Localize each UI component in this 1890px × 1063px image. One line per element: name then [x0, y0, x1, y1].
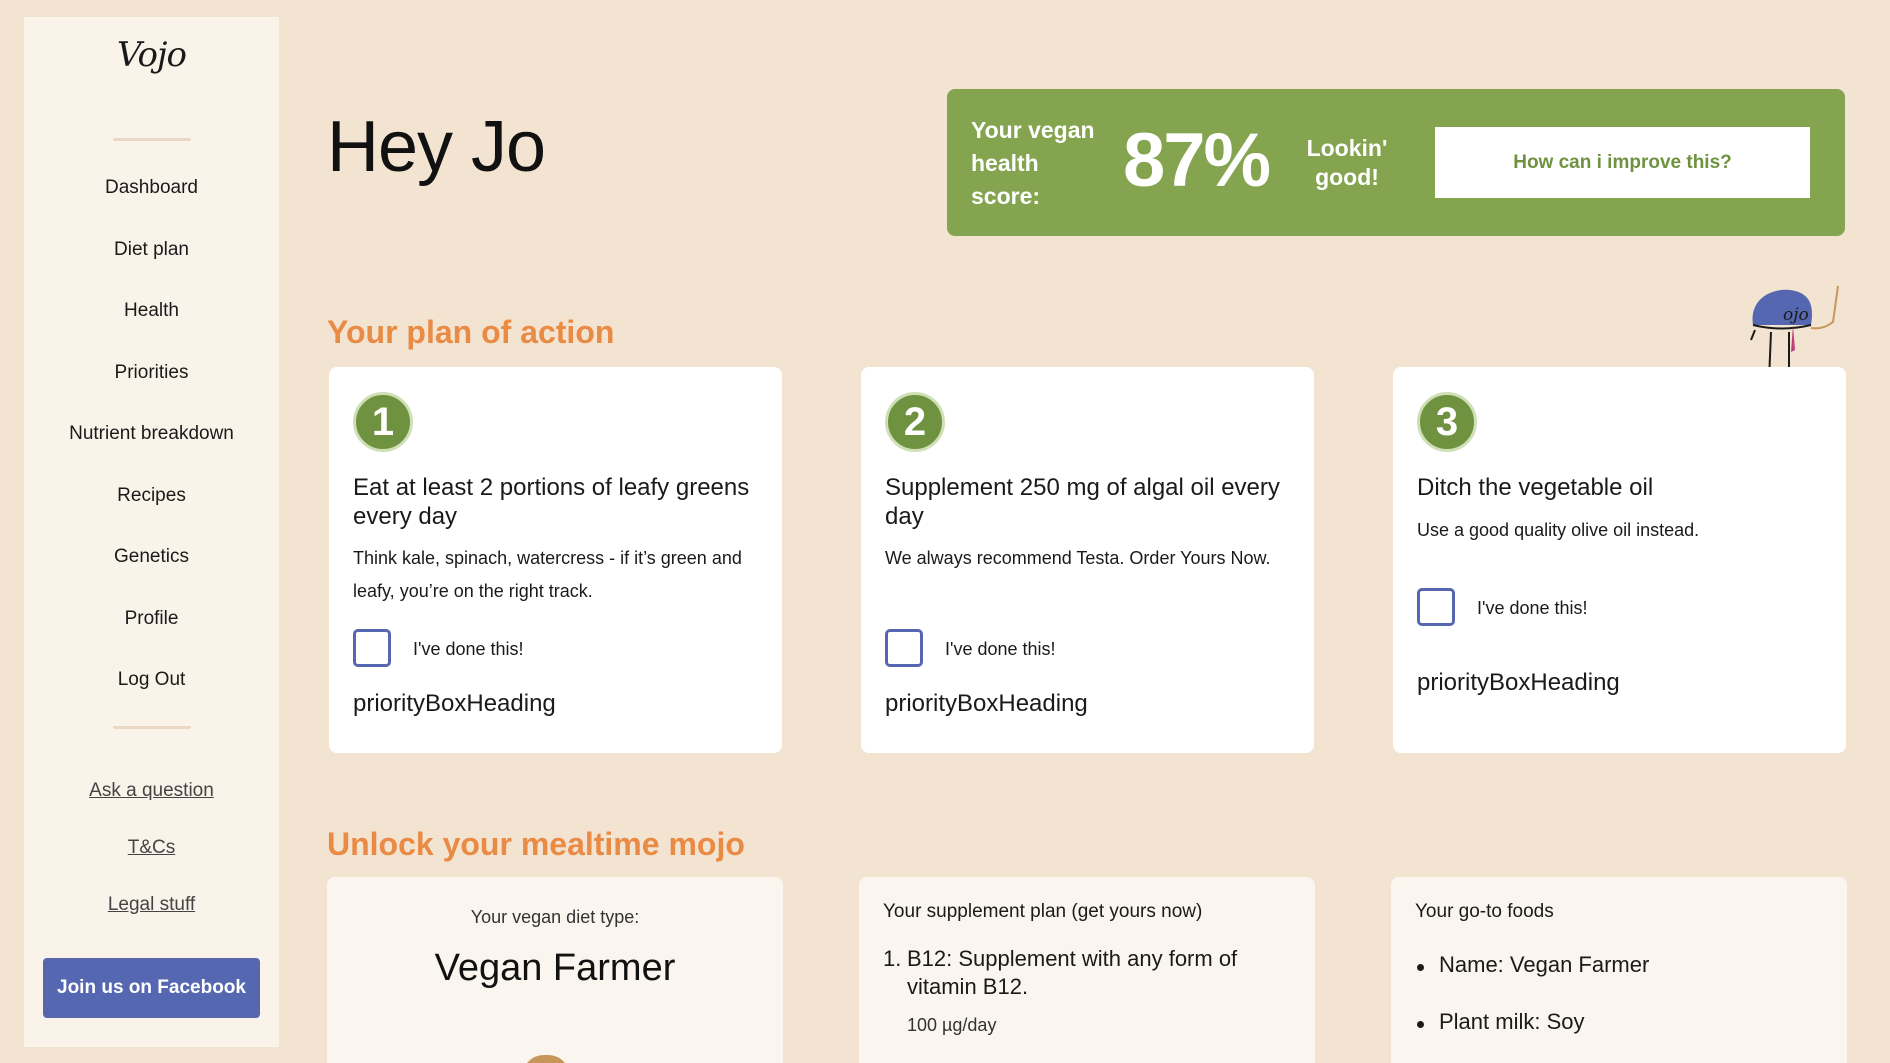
sidebar: Vojo Dashboard Diet plan Health Prioriti… [24, 17, 279, 1047]
step-number-badge: 3 [1417, 392, 1477, 452]
improve-score-button[interactable]: How can i improve this? [1435, 127, 1810, 198]
app-logo[interactable]: Vojo [24, 35, 279, 75]
sidebar-divider [113, 726, 191, 729]
action-title: Ditch the vegetable oil [1417, 474, 1654, 501]
sidebar-item-genetics[interactable]: Genetics [24, 546, 279, 568]
health-score-label: Your vegan health score: [971, 117, 1095, 209]
health-score-remark: Lookin' good! [1306, 135, 1388, 190]
step-number-badge: 2 [885, 392, 945, 452]
done-checkbox-label[interactable]: I've done this! [413, 639, 524, 660]
diet-type-label: Your vegan diet type: [470, 907, 640, 927]
diet-type-card: Your vegan diet type: Vegan Farmer [327, 877, 783, 1063]
step-number-badge: 1 [353, 392, 413, 452]
sidebar-item-health[interactable]: Health [24, 300, 279, 322]
list-item: Name: Vegan Farmer [1439, 952, 1650, 977]
action-description: We always recommend Testa. Order Yours N… [885, 548, 1271, 568]
done-checkbox-label[interactable]: I've done this! [945, 639, 1056, 660]
join-facebook-button[interactable]: Join us on Facebook [43, 958, 260, 1018]
sidebar-item-diet-plan[interactable]: Diet plan [24, 239, 279, 261]
done-checkbox[interactable] [353, 629, 391, 667]
done-checkbox[interactable] [1417, 588, 1455, 626]
supplement-plan-card: Your supplement plan (get yours now) 1. … [859, 877, 1315, 1063]
done-checkbox-label[interactable]: I've done this! [1477, 598, 1588, 619]
sidebar-item-recipes[interactable]: Recipes [24, 485, 279, 507]
svg-text:ojo: ojo [1783, 305, 1809, 325]
action-card: 3 Ditch the vegetable oil Use a good qua… [1393, 367, 1846, 753]
list-item-number: 1. [883, 946, 902, 971]
go-to-foods-card: Your go-to foods Name: Vegan Farmer Plan… [1391, 877, 1847, 1063]
ask-question-link[interactable]: Ask a question [24, 780, 279, 802]
action-description: Think kale, spinach, watercress - if it’… [353, 548, 742, 601]
sidebar-item-log-out[interactable]: Log Out [24, 669, 279, 691]
diet-illustration [522, 1055, 570, 1063]
action-title: Supplement 250 mg of algal oil every day [885, 474, 1280, 530]
health-score-value: 87% [1123, 118, 1271, 203]
priority-box-heading: priorityBoxHeading [1417, 669, 1620, 696]
plan-section-title: Your plan of action [327, 314, 615, 350]
priority-box-heading: priorityBoxHeading [885, 690, 1088, 717]
health-score-banner: Your vegan health score: 87% Lookin' goo… [947, 89, 1845, 236]
action-description: Use a good quality olive oil instead. [1417, 520, 1700, 540]
sidebar-item-nutrient-breakdown[interactable]: Nutrient breakdown [24, 423, 279, 445]
bullet-icon [1417, 1021, 1424, 1028]
mealtime-section-title: Unlock your mealtime mojo [327, 826, 745, 862]
priority-box-heading: priorityBoxHeading [353, 690, 556, 717]
action-card: 1 Eat at least 2 portions of leafy green… [329, 367, 782, 753]
action-card: 2 Supplement 250 mg of algal oil every d… [861, 367, 1314, 753]
legal-link[interactable]: Legal stuff [24, 894, 279, 916]
terms-link[interactable]: T&Cs [24, 837, 279, 859]
supplement-dose: 100 µg/day [907, 1015, 997, 1035]
supplement-plan-heading[interactable]: Your supplement plan (get yours now) [883, 901, 1202, 923]
sidebar-divider [113, 138, 191, 141]
sidebar-item-dashboard[interactable]: Dashboard [24, 177, 279, 199]
sidebar-item-profile[interactable]: Profile [24, 608, 279, 630]
go-to-foods-heading: Your go-to foods [1415, 901, 1554, 922]
list-item-text: B12: Supplement with any form of vitamin… [907, 946, 1238, 999]
list-item: Plant milk: Soy [1439, 1009, 1585, 1034]
sidebar-item-priorities[interactable]: Priorities [24, 362, 279, 384]
action-title: Eat at least 2 portions of leafy greens … [353, 474, 750, 530]
diet-type-value: Vegan Farmer [434, 947, 676, 989]
done-checkbox[interactable] [885, 629, 923, 667]
bullet-icon [1417, 964, 1424, 971]
page-greeting: Hey Jo [327, 107, 546, 187]
